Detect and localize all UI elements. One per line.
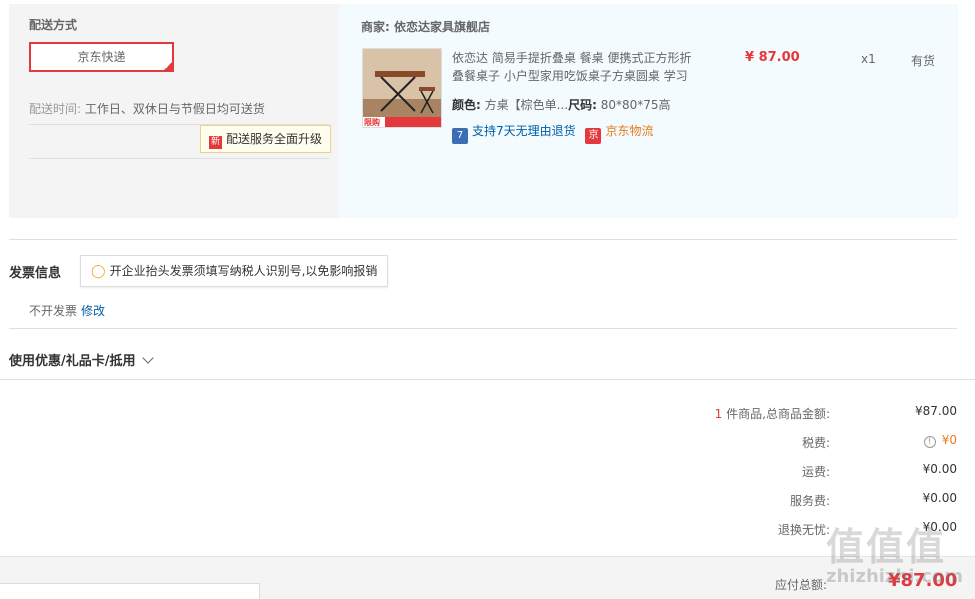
product-image[interactable]: 限购 — [362, 48, 442, 128]
service-fee-value: ¥0.00 — [922, 491, 957, 505]
jd-logistics-icon: 京 — [585, 128, 602, 144]
amount-due-label: 应付总额: — [775, 578, 828, 592]
shipping-fee-label: 运费: — [801, 465, 830, 479]
invoice-value: 不开发票 修改 — [29, 304, 106, 318]
product-title[interactable]: 依恋达 简易手提折叠桌 餐桌 便携式正方形折叠餐桌子 小户型家用吃饭桌子方桌圆桌… — [452, 49, 702, 85]
seven-day-return-icon: 7 — [452, 128, 468, 144]
delivery-title: 配送方式 — [29, 18, 78, 32]
invoice-title: 发票信息 — [9, 266, 62, 281]
promo-toggle[interactable]: 使用优惠/礼品卡/抵用 — [9, 350, 154, 369]
divider — [9, 239, 957, 240]
divider — [0, 379, 975, 380]
merchant-name: 商家: 依恋达家具旗舰店 — [361, 20, 490, 34]
new-badge-icon: 新 — [209, 136, 222, 149]
seven-day-return-link[interactable]: 支持7天无理由退货 — [472, 124, 576, 138]
tax-label: 税费: — [801, 436, 830, 450]
tax-value-row: ! ¥0 — [923, 433, 957, 448]
divider — [9, 328, 957, 329]
watermark-url: zhizhizhi.com — [826, 566, 964, 587]
delivery-time: 配送时间: 工作日、双休日与节假日均可送货 — [29, 102, 265, 116]
shipping-option-label: 京东快递 — [77, 50, 126, 64]
items-total-value: ¥87.00 — [915, 404, 957, 418]
address-summary-box — [0, 583, 260, 599]
invoice-tip: ◯ 开企业抬头发票须填写纳税人识别号,以免影响报销 — [80, 255, 389, 287]
jd-logistics-label: 京东物流 — [605, 124, 654, 138]
product-quantity: x1 — [861, 52, 876, 66]
size-value: 80*80*75高 — [600, 98, 671, 112]
service-tags: 7 支持7天无理由退货 京京东物流 — [452, 122, 653, 144]
shipping-option-jd-express[interactable]: 京东快递 ✓ — [29, 42, 174, 72]
tax-value: ¥0 — [941, 433, 957, 447]
product-price: ¥ 87.00 — [745, 50, 800, 65]
limited-badge: 限购 — [364, 118, 380, 127]
delivery-time-value: 工作日、双休日与节假日均可送货 — [84, 102, 265, 116]
stock-status: 有货 — [911, 54, 936, 68]
color-value: 方桌【棕色单... — [484, 98, 569, 112]
chevron-down-icon — [141, 352, 154, 364]
divider — [29, 158, 329, 159]
item-count: 1 — [714, 407, 723, 421]
return-worry-free-label: 退换无忧: — [777, 523, 830, 537]
info-icon[interactable]: ! — [923, 436, 936, 448]
invoice-edit-link[interactable]: 修改 — [81, 304, 105, 318]
items-total-label: 1 件商品,总商品金额: — [714, 407, 830, 421]
product-attributes: 颜色: 方桌【棕色单...尺码: 80*80*75高 — [452, 98, 671, 112]
shipping-fee-value: ¥0.00 — [922, 462, 957, 476]
lightbulb-icon: ◯ — [91, 264, 106, 279]
watermark-logo: 值值值 — [826, 525, 947, 569]
service-fee-label: 服务费: — [789, 494, 830, 508]
delivery-upgrade-tip[interactable]: 新配送服务全面升级 — [200, 125, 332, 153]
